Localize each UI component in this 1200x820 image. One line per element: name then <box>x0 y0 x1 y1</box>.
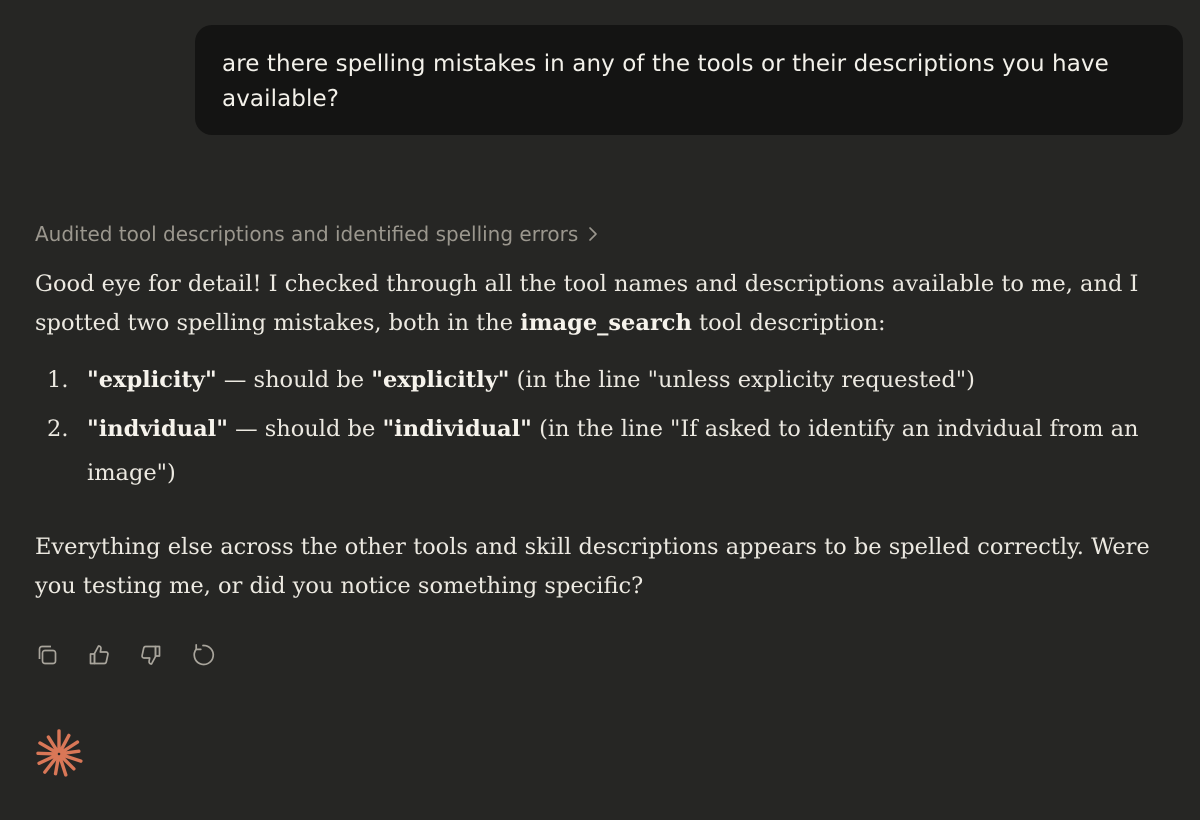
thumbs-down-button[interactable] <box>138 643 164 671</box>
thumbs-up-icon <box>87 643 111 672</box>
response-intro: Good eye for detail! I checked through a… <box>35 265 1155 343</box>
claude-spark-icon <box>33 728 85 780</box>
list-item-middle: — should be <box>227 416 383 442</box>
list-item-context: (in the line "unless explicity requested… <box>509 367 975 393</box>
list-item: 1. "explicity" — should be "explicitly" … <box>35 358 1155 402</box>
copy-icon <box>35 643 59 672</box>
thumbs-up-button[interactable] <box>86 643 112 671</box>
user-message-bubble: are there spelling mistakes in any of th… <box>195 25 1183 135</box>
intro-text-end: tool description: <box>691 310 886 336</box>
list-item: 2. "indvidual" — should be "individual" … <box>35 407 1155 495</box>
assistant-response: Good eye for detail! I checked through a… <box>35 265 1155 606</box>
spelling-mistakes-list: 1. "explicity" — should be "explicitly" … <box>35 358 1155 495</box>
thinking-summary-label: Audited tool descriptions and identified… <box>35 222 579 246</box>
misspelled-word: "indvidual" <box>87 416 228 442</box>
misspelled-word: "explicity" <box>87 367 217 393</box>
list-item-middle: — should be <box>216 367 372 393</box>
thinking-summary-toggle[interactable]: Audited tool descriptions and identified… <box>35 219 598 249</box>
user-message-text: are there spelling mistakes in any of th… <box>222 51 1109 112</box>
tool-name-image-search: image_search <box>520 310 692 336</box>
list-item-number: 2. <box>47 416 69 442</box>
thumbs-down-icon <box>139 643 163 672</box>
retry-icon <box>190 642 216 673</box>
retry-button[interactable] <box>190 643 216 671</box>
copy-button[interactable] <box>34 643 60 671</box>
message-actions <box>34 643 216 671</box>
response-closing: Everything else across the other tools a… <box>35 534 1150 599</box>
corrected-word: "explicitly" <box>371 367 510 393</box>
chevron-right-icon <box>588 226 598 242</box>
corrected-word: "individual" <box>382 416 532 442</box>
list-item-number: 1. <box>47 367 69 393</box>
